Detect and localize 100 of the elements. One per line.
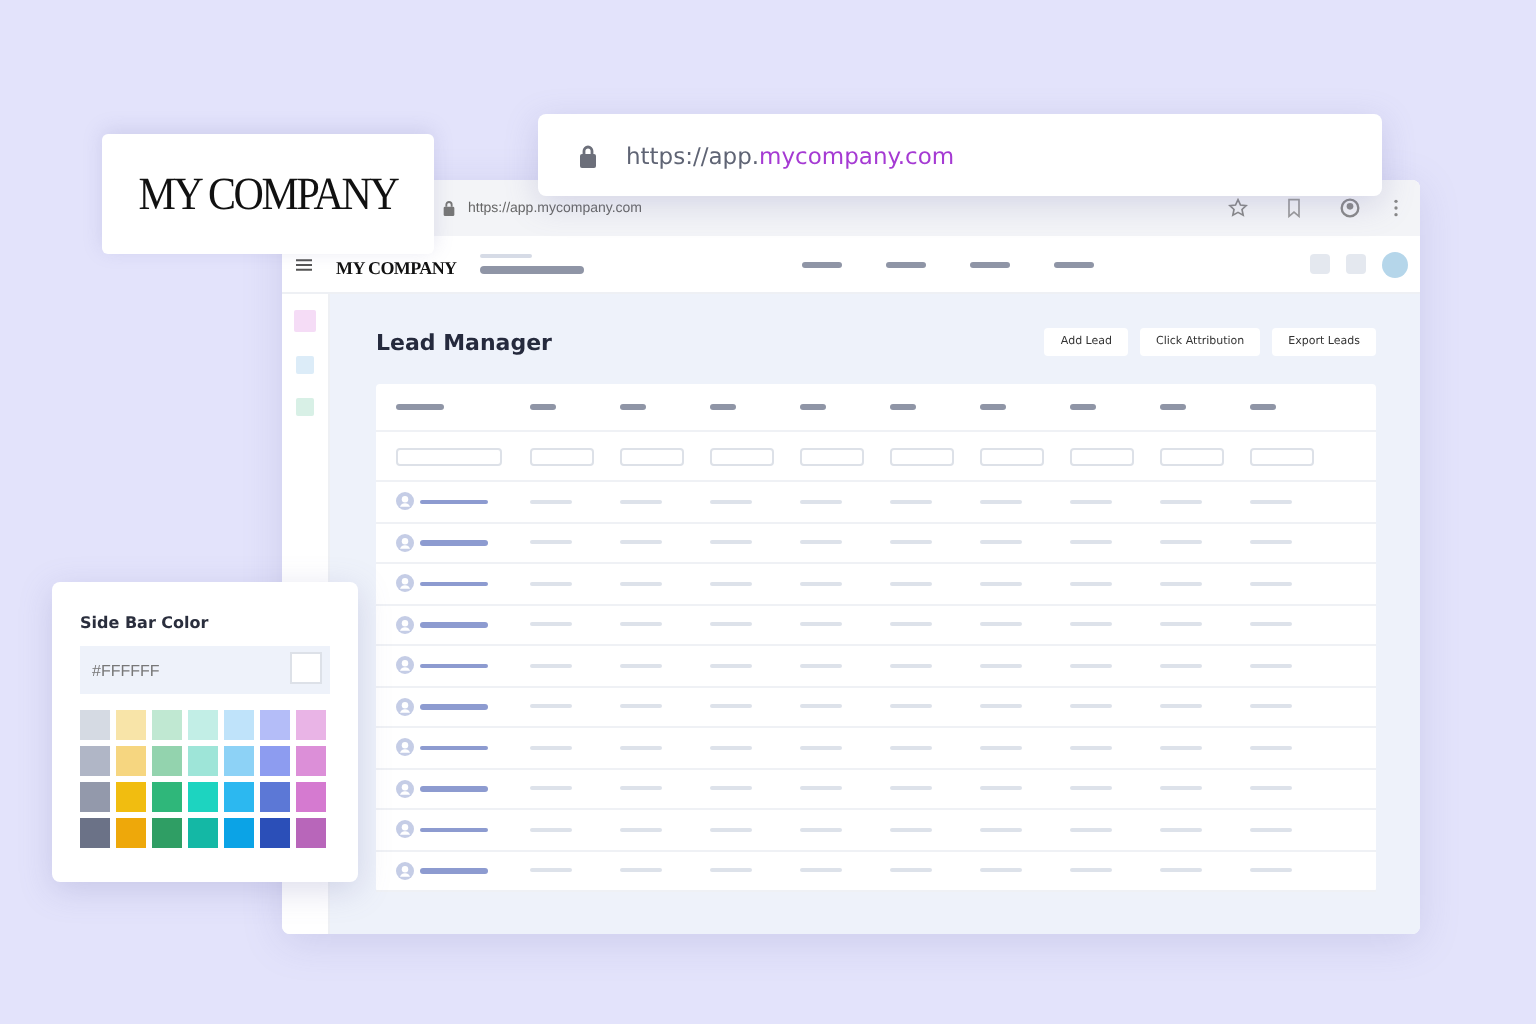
color-swatch[interactable] [80,710,110,740]
person-icon [396,615,414,634]
name-placeholder[interactable] [420,499,488,504]
color-swatch[interactable] [188,818,218,848]
cell-placeholder [1250,581,1292,586]
color-swatch[interactable] [224,818,254,848]
color-swatch[interactable] [224,782,254,812]
color-swatch[interactable] [260,710,290,740]
name-placeholder[interactable] [420,868,488,873]
cell-placeholder [1160,499,1202,504]
color-swatch[interactable] [80,746,110,776]
sidebar-item[interactable] [294,310,316,332]
color-input-field[interactable]: #FFFFFF [80,646,330,694]
nav-item-placeholder[interactable] [969,261,1010,267]
cell-placeholder [1250,663,1292,668]
name-placeholder[interactable] [420,581,488,586]
color-swatch[interactable] [152,782,182,812]
cell-placeholder [1070,540,1112,545]
color-swatch[interactable] [152,746,182,776]
profile-icon[interactable] [1340,198,1360,218]
address-bar[interactable]: https://app.mycompany.com [538,114,1382,196]
color-swatch[interactable] [80,782,110,812]
color-swatch[interactable] [188,710,218,740]
cell-placeholder [620,499,662,504]
color-swatch[interactable] [260,782,290,812]
filter-field[interactable] [530,447,594,465]
cell-placeholder [1160,868,1202,873]
color-swatch[interactable] [188,746,218,776]
color-swatch[interactable] [260,818,290,848]
color-swatch[interactable] [260,746,290,776]
cell-placeholder [710,499,752,504]
cell-placeholder [890,540,932,545]
cell-placeholder [710,663,752,668]
filter-field[interactable] [980,447,1044,465]
name-placeholder[interactable] [420,622,488,627]
cell-placeholder [890,499,932,504]
color-swatch[interactable] [152,818,182,848]
bookmark-icon[interactable] [1284,198,1304,218]
cell-placeholder [1070,581,1112,586]
cell-placeholder [1160,581,1202,586]
toolbar-square-icon[interactable] [1310,254,1331,274]
column-header-placeholder [710,404,736,410]
color-swatch[interactable] [296,746,326,776]
cell-placeholder [980,581,1022,586]
filter-field[interactable] [1160,447,1224,465]
color-swatch[interactable] [116,710,146,740]
column-header-placeholder [800,404,826,410]
toolbar-square-icon[interactable] [1346,254,1367,274]
cell-placeholder [980,827,1022,832]
name-placeholder[interactable] [420,704,488,709]
color-swatch[interactable] [116,818,146,848]
name-placeholder[interactable] [420,663,488,668]
more-icon[interactable] [1392,198,1400,218]
color-swatch[interactable] [116,746,146,776]
color-swatch[interactable] [224,746,254,776]
cell-placeholder [620,827,662,832]
name-placeholder[interactable] [420,827,488,832]
cell-placeholder [800,540,842,545]
color-swatch[interactable] [152,710,182,740]
cell-placeholder [890,745,932,750]
cell-placeholder [620,868,662,873]
cell-placeholder [1160,745,1202,750]
column-header-placeholder [1070,404,1096,410]
name-placeholder[interactable] [420,786,488,791]
cell-placeholder [1070,868,1112,873]
cell-placeholder [1160,704,1202,709]
color-swatch[interactable] [224,710,254,740]
filter-field[interactable] [890,447,954,465]
color-swatch[interactable] [80,818,110,848]
cell-placeholder [890,581,932,586]
color-swatch[interactable] [296,782,326,812]
sidebar-item[interactable] [296,398,314,416]
nav-item-placeholder[interactable] [885,261,926,267]
color-swatch[interactable] [296,710,326,740]
cell-placeholder [890,786,932,791]
filter-field[interactable] [1070,447,1134,465]
color-swatch[interactable] [188,782,218,812]
name-placeholder[interactable] [420,540,488,545]
cell-placeholder [1160,622,1202,627]
color-swatch[interactable] [296,818,326,848]
column-header-placeholder [1160,404,1186,410]
column-header-placeholder [980,404,1006,410]
filter-field[interactable] [396,447,502,465]
cell-placeholder [710,540,752,545]
filter-field[interactable] [1250,447,1314,465]
filter-field[interactable] [710,447,774,465]
filter-field[interactable] [620,447,684,465]
filter-field[interactable] [800,447,864,465]
color-swatch[interactable] [116,782,146,812]
star-icon[interactable] [1228,198,1248,218]
avatar-icon[interactable] [1382,251,1409,277]
breadcrumb-placeholder [480,254,585,274]
name-placeholder[interactable] [420,745,488,750]
menu-icon[interactable] [296,257,312,271]
nav-item-placeholder[interactable] [801,261,842,267]
cell-placeholder [530,622,572,627]
nav-item-placeholder[interactable] [1053,261,1094,267]
sidebar-item[interactable] [296,356,314,374]
cell-placeholder [1250,622,1292,627]
cell-placeholder [980,745,1022,750]
